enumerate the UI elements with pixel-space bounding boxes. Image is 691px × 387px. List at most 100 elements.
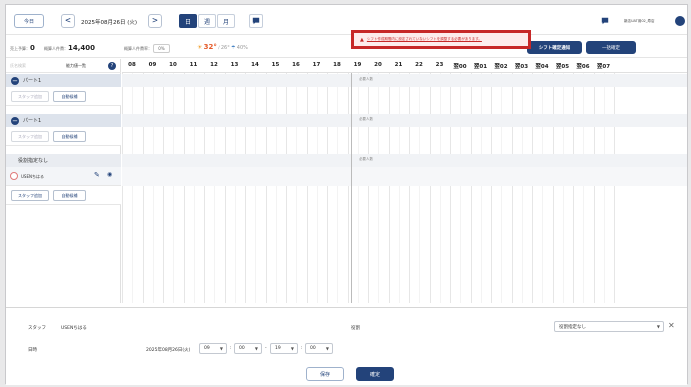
hour-label: 翌04 — [535, 64, 549, 70]
hour-header: 08 09 10 11 12 13 14 15 16 17 18 19 20 21 22 23 翌00 翌01 翌0… — [122, 59, 687, 73]
warning-banner[interactable]: ▲ シフト作成期間内に設定されていないシフトを調整する必要があります。 — [351, 30, 531, 49]
hour-label: 22 — [415, 62, 423, 68]
start-hour-select[interactable]: 09 ▼ — [199, 343, 227, 354]
bulk-confirm-button[interactable]: 一括確定 — [586, 41, 636, 54]
user-name: 新店UAT用02_寿店 — [624, 19, 655, 23]
chat-button[interactable] — [249, 14, 263, 28]
prev-day-button[interactable]: < — [61, 14, 75, 28]
time-gridline — [409, 73, 410, 303]
sun-icon: ☀ — [197, 44, 203, 51]
hour-label: 19 — [353, 62, 362, 68]
group-actions: スタッフ追加 自動候補 — [6, 127, 121, 146]
warning-icon: ▲ — [360, 36, 364, 43]
end-min-select[interactable]: 00 ▼ — [305, 343, 333, 354]
warning-text[interactable]: シフト作成期間内に設定されていないシフトを調整する必要があります。 — [367, 37, 482, 42]
help-icon[interactable]: ? — [108, 62, 116, 70]
shift-confirm-notice-button[interactable]: シフト確定通知 — [527, 41, 582, 54]
umbrella-icon: ☂ — [231, 45, 236, 51]
sales-budget-value: 0 — [30, 44, 35, 52]
search-input[interactable]: 氏名検索 — [10, 63, 26, 69]
time-gridline — [460, 73, 462, 303]
save-button[interactable]: 保存 — [306, 367, 344, 381]
tab-day[interactable]: 日 — [179, 14, 197, 28]
time-gridline — [439, 73, 441, 303]
auto-assign-button[interactable]: 自動候補 — [53, 190, 86, 201]
required-staff-label: 必要人数 — [359, 77, 373, 81]
group-header[interactable]: − パート1 — [6, 114, 121, 127]
time-gridline — [398, 73, 400, 303]
time-gridline — [450, 73, 451, 303]
labor-ratio-label: 概算人件費率： — [124, 46, 152, 51]
auto-assign-button[interactable]: 自動候補 — [53, 131, 86, 142]
toggle-icon[interactable]: − — [11, 76, 19, 85]
group-actions: スタッフ追加 自動候補 — [6, 186, 121, 205]
time-gridline — [163, 73, 164, 303]
time-colon: : — [230, 346, 232, 351]
time-gridline — [234, 73, 236, 303]
hour-label: 17 — [312, 62, 321, 68]
hour-label: 翌05 — [555, 64, 570, 70]
hour-label: 18 — [333, 62, 341, 68]
role-select[interactable]: 役割指定なし ▼ — [554, 321, 664, 332]
staff-label: スタッフ — [28, 326, 46, 331]
date-value[interactable]: 2025年08月26日(火) — [146, 347, 190, 353]
current-date: 2025年08月26日 (火) — [81, 20, 138, 26]
next-day-button[interactable]: > — [148, 14, 162, 28]
staff-panel: 氏名検索 能力値一覧 ? − パート1 スタッフ追加 自動候補 − パート1 スタッ… — [6, 59, 121, 303]
time-gridline — [388, 73, 390, 303]
group-header[interactable]: − パート1 — [6, 74, 121, 87]
time-gridline — [368, 73, 369, 303]
time-gridline — [419, 73, 421, 303]
time-gridline — [306, 73, 308, 303]
time-gridline — [193, 73, 195, 303]
close-icon[interactable]: ✕ — [668, 321, 675, 330]
time-gridline — [552, 73, 554, 303]
hour-label: 08 — [128, 62, 136, 68]
add-staff-button[interactable]: スタッフ追加 — [11, 91, 49, 102]
hour-label: 23 — [435, 62, 444, 68]
add-staff-button[interactable]: スタッフ追加 — [11, 131, 49, 142]
tab-month[interactable]: 月 — [217, 14, 235, 28]
time-gridline — [152, 73, 154, 303]
time-gridline — [142, 73, 144, 303]
user-avatar-icon[interactable] — [675, 16, 685, 26]
group-band — [122, 114, 687, 127]
shift-editor-window: 今日 < 2025年08月26日 (火) > 日 週 月 新店UAT用02_寿店… — [5, 4, 688, 385]
hour-label: 14 — [251, 62, 259, 68]
today-button[interactable]: 今日 — [14, 14, 44, 28]
chat-icon — [252, 17, 260, 25]
staff-name: USENちはる — [21, 174, 44, 179]
start-min-select[interactable]: 00 ▼ — [234, 343, 262, 354]
role-label: 役割 — [351, 326, 360, 331]
shift-grid: 氏名検索 能力値一覧 ? − パート1 スタッフ追加 自動候補 − パート1 スタッ… — [6, 59, 687, 303]
stats-bar: 売上予算：0 概算人件費：14,400 概算人件費率： 0% ☀ 32° / 2… — [6, 36, 687, 58]
auto-assign-button[interactable]: 自動候補 — [53, 91, 86, 102]
skill-filter-label[interactable]: 能力値一覧 — [66, 63, 86, 69]
rain-probability: 40% — [236, 45, 248, 51]
hour-label: 翌02 — [494, 64, 508, 70]
shift-edit-panel: スタッフ USENちはる 役割 役割指定なし ▼ ✕ 日時 2025年08月26… — [6, 307, 687, 385]
tab-week[interactable]: 週 — [198, 14, 216, 28]
group-name: パート1 — [23, 118, 42, 124]
time-gridline — [286, 73, 287, 303]
time-gridline — [378, 73, 380, 303]
add-staff-button[interactable]: スタッフ追加 — [11, 190, 49, 201]
hour-label: 10 — [169, 62, 177, 68]
message-button[interactable] — [599, 14, 611, 28]
eye-icon[interactable]: ◉ — [107, 171, 112, 178]
edit-icon[interactable]: ✎ — [94, 171, 100, 179]
group-header[interactable]: 役割指定なし — [6, 154, 121, 167]
time-gridline — [316, 73, 318, 303]
group-name: パート1 — [23, 78, 42, 84]
end-hour-select[interactable]: 19 ▼ — [270, 343, 298, 354]
top-toolbar: 今日 < 2025年08月26日 (火) > 日 週 月 新店UAT用02_寿店 — [6, 5, 687, 35]
staff-row[interactable]: USENちはる ✎ ◉ — [6, 167, 121, 186]
confirm-button[interactable]: 確定 — [356, 367, 394, 381]
toggle-icon[interactable]: − — [11, 116, 19, 125]
labor-cost: 概算人件費：14,400 — [44, 44, 95, 52]
sales-budget-label: 売上予算： — [10, 46, 30, 51]
time-gridline — [183, 73, 185, 303]
required-staff-label: 必要人数 — [359, 157, 373, 161]
time-gridline — [603, 73, 605, 303]
group-name: 役割指定なし — [18, 158, 49, 164]
